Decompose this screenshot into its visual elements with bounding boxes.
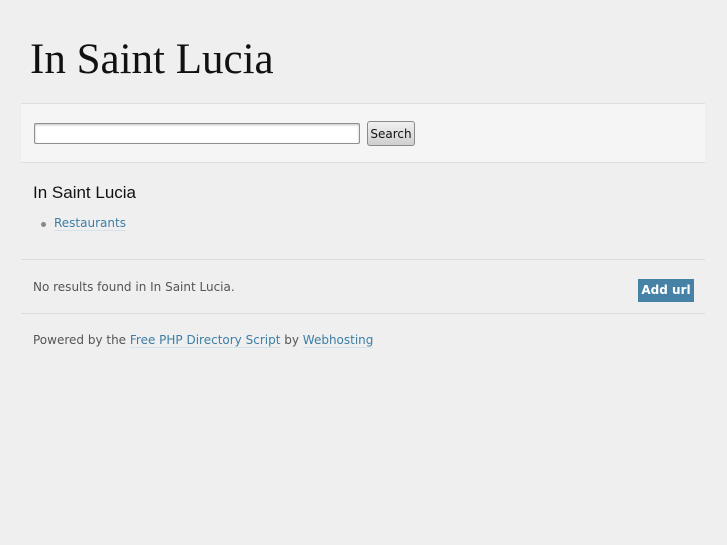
divider: [21, 259, 705, 260]
search-input[interactable]: [34, 123, 360, 144]
footer-host-link[interactable]: Webhosting: [302, 333, 374, 348]
footer: Powered by the Free PHP Directory Script…: [33, 332, 374, 348]
search-bar: Search: [21, 103, 705, 163]
no-results-message: No results found in In Saint Lucia.: [33, 280, 235, 294]
subcategory-link-restaurants[interactable]: Restaurants: [54, 216, 126, 231]
subcategory-list: Restaurants: [40, 215, 126, 232]
footer-by: by: [284, 333, 299, 347]
category-heading: In Saint Lucia: [33, 183, 137, 202]
bullet-icon: [41, 222, 46, 227]
footer-prefix: Powered by the: [33, 333, 127, 347]
subcategory-item: Restaurants: [40, 215, 126, 232]
divider: [21, 313, 705, 314]
search-button[interactable]: Search: [367, 121, 415, 146]
footer-script-link[interactable]: Free PHP Directory Script: [129, 333, 281, 348]
add-url-button[interactable]: Add url: [638, 279, 694, 302]
site-title: In Saint Lucia: [30, 36, 274, 83]
